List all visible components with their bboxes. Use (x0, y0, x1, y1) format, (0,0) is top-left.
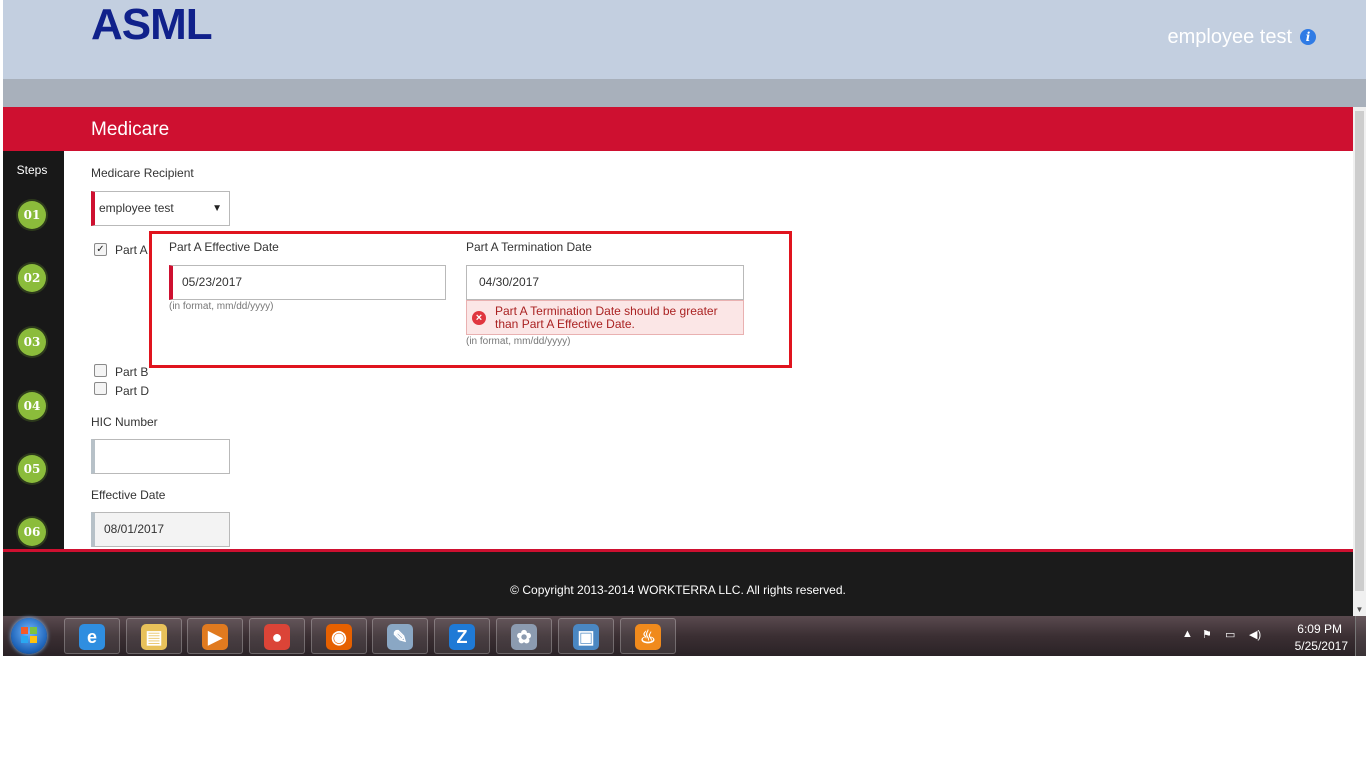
medicare-recipient-select[interactable]: employee test ▼ (91, 191, 230, 226)
part-a-termination-date-hint: (in format, mm/dd/yyyy) (466, 336, 571, 347)
dropdown-arrow-icon: ▼ (212, 203, 222, 214)
system-tray: ▲ ⚑ ▭ ◀) 6:09 PM 5/25/2017 (1176, 616, 1366, 656)
page-title: Medicare (91, 119, 170, 140)
part-b-checkbox[interactable] (94, 364, 107, 377)
page-footer: © Copyright 2013-2014 WORKTERRA LLC. All… (3, 549, 1353, 616)
network-icon[interactable]: ▭ (1225, 628, 1235, 641)
step-03[interactable]: 03 (18, 328, 46, 356)
validation-error-message: × Part A Termination Date should be grea… (466, 300, 744, 335)
taskbar-app-button[interactable]: ▤ (126, 618, 182, 654)
volume-icon[interactable]: ◀) (1249, 628, 1261, 641)
show-hidden-icons-icon[interactable]: ▲ (1182, 628, 1193, 640)
part-a-effective-date-label: Part A Effective Date (169, 240, 279, 254)
action-center-flag-icon[interactable]: ⚑ (1202, 628, 1212, 641)
steps-sidebar: Steps 01 02 03 04 05 06 (3, 151, 64, 549)
step-05[interactable]: 05 (18, 455, 46, 483)
windows-taskbar: e ▤ ▶ ● ◉ ✎ Z ✿ ▣ ♨ ▲ ⚑ ▭ ◀) 6:09 PM 5/25/2017 (3, 616, 1366, 656)
scrollbar-thumb[interactable] (1355, 111, 1364, 591)
user-name: employee test (1167, 26, 1292, 48)
part-a-termination-date-input[interactable]: 04/30/2017 (466, 265, 744, 300)
error-x-icon: × (472, 311, 486, 325)
picture-viewer-icon: ▣ (573, 624, 599, 650)
internet-explorer-icon: e (79, 624, 105, 650)
clock-time[interactable]: 6:09 PM (1297, 622, 1342, 636)
hic-number-label: HIC Number (91, 415, 158, 429)
vertical-scrollbar[interactable]: ▼ (1353, 107, 1366, 616)
taskbar-app-button[interactable]: ◉ (311, 618, 367, 654)
hic-number-input[interactable] (91, 439, 230, 474)
part-a-termination-date-label: Part A Termination Date (466, 240, 592, 254)
paint-icon: ✿ (511, 624, 537, 650)
file-explorer-icon: ▤ (141, 624, 167, 650)
validation-error-text: Part A Termination Date should be greate… (495, 304, 718, 331)
chrome-icon: ● (264, 624, 290, 650)
firefox-icon: ◉ (326, 624, 352, 650)
medicare-recipient-label: Medicare Recipient (91, 166, 194, 180)
part-d-label: Part D (115, 384, 150, 398)
taskbar-app-button[interactable]: ● (249, 618, 305, 654)
clock-date[interactable]: 5/25/2017 (1295, 639, 1348, 653)
taskbar-app-button[interactable]: ▶ (187, 618, 243, 654)
taskbar-app-button[interactable]: ✿ (496, 618, 552, 654)
taskbar-app-button[interactable]: ♨ (620, 618, 676, 654)
effective-date-label: Effective Date (91, 488, 166, 502)
medicare-form: Medicare Recipient employee test ▼ ✓ Par… (64, 151, 1353, 549)
sub-header-bar (3, 79, 1366, 107)
info-icon[interactable]: i (1300, 29, 1316, 45)
step-06[interactable]: 06 (18, 518, 46, 546)
windows-logo-icon (21, 627, 37, 643)
step-02[interactable]: 02 (18, 264, 46, 292)
taskbar-app-button[interactable]: e (64, 618, 120, 654)
part-d-checkbox[interactable] (94, 382, 107, 395)
media-player-icon: ▶ (202, 624, 228, 650)
part-b-label: Part B (115, 365, 149, 379)
part-a-effective-date-hint: (in format, mm/dd/yyyy) (169, 301, 274, 312)
notepad-icon: ✎ (387, 624, 413, 650)
taskbar-app-button[interactable]: ✎ (372, 618, 428, 654)
asml-logo[interactable]: ASML (91, 2, 213, 48)
steps-label: Steps (16, 163, 48, 177)
part-a-label: Part A (115, 243, 148, 257)
medicare-recipient-value: employee test (99, 201, 174, 215)
flame-app-icon: ♨ (635, 624, 661, 650)
part-a-checkbox[interactable]: ✓ (94, 243, 107, 256)
step-04[interactable]: 04 (18, 392, 46, 420)
effective-date-input[interactable]: 08/01/2017 (91, 512, 230, 547)
part-a-effective-date-input[interactable]: 05/23/2017 (169, 265, 446, 300)
z-app-icon: Z (449, 624, 475, 650)
step-01[interactable]: 01 (18, 201, 46, 229)
taskbar-app-button[interactable]: Z (434, 618, 490, 654)
page-title-bar: Medicare (3, 107, 1353, 151)
show-desktop-button[interactable] (1355, 616, 1366, 656)
start-button[interactable] (11, 618, 47, 654)
site-header: ASML employee test i (3, 0, 1366, 79)
browser-viewport: ASML employee test i Medicare ▼ Steps 01… (3, 0, 1366, 656)
taskbar-app-button[interactable]: ▣ (558, 618, 614, 654)
copyright-text: © Copyright 2013-2014 WORKTERRA LLC. All… (510, 583, 846, 597)
scroll-down-arrow-icon[interactable]: ▼ (1355, 604, 1364, 616)
